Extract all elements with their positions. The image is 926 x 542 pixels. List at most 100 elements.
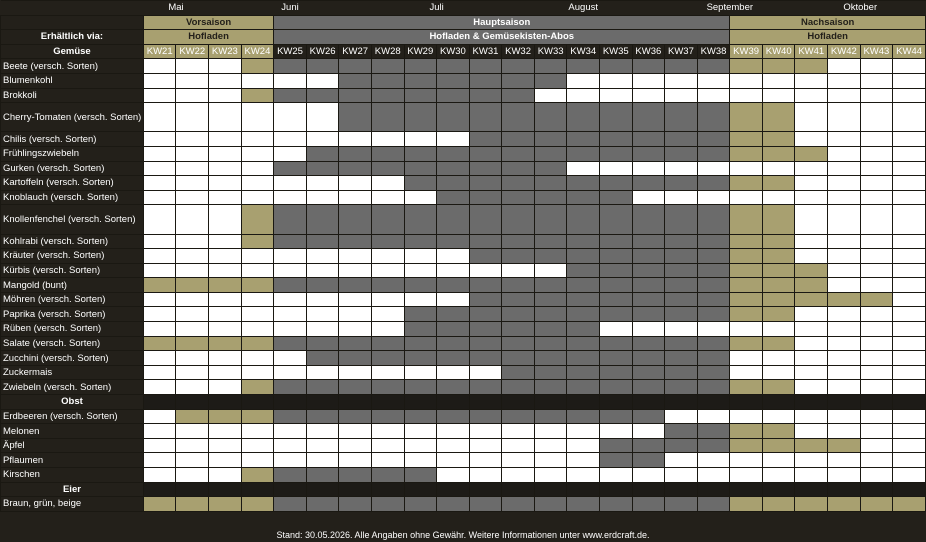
availability-cell	[599, 131, 633, 147]
availability-cell	[892, 423, 926, 439]
availability-cell	[370, 145, 405, 162]
availability-cell	[305, 350, 340, 366]
availability-cell	[566, 379, 600, 396]
availability-cell	[240, 467, 275, 483]
availability-cell	[827, 335, 861, 352]
availability-cell	[631, 145, 666, 162]
availability-cell	[827, 277, 861, 293]
availability-cell	[761, 145, 796, 162]
channel-label: Hofladen	[729, 29, 926, 45]
availability-cell	[827, 306, 861, 323]
availability-cell	[859, 496, 894, 512]
product-name: Pflaumen	[0, 452, 144, 468]
availability-cell	[305, 189, 340, 206]
availability-cell	[761, 204, 796, 235]
availability-cell	[631, 291, 666, 308]
availability-cell	[794, 306, 829, 323]
availability-cell	[859, 248, 894, 264]
availability-cell	[827, 189, 861, 206]
availability-cell	[664, 248, 698, 264]
availability-cell	[827, 87, 861, 104]
availability-cell	[664, 321, 698, 337]
availability-cell	[794, 437, 829, 454]
availability-cell	[566, 350, 600, 366]
availability-cell	[631, 408, 666, 425]
availability-cell	[175, 233, 210, 250]
availability-cell	[599, 408, 633, 425]
availability-cell	[240, 262, 275, 279]
availability-cell	[305, 58, 340, 74]
availability-cell	[240, 408, 275, 425]
availability-cell	[827, 204, 861, 235]
section-divider-cell	[664, 394, 698, 410]
availability-cell	[664, 306, 698, 323]
availability-cell	[696, 248, 731, 264]
availability-cell	[696, 131, 731, 147]
availability-cell	[631, 335, 666, 352]
availability-cell	[175, 291, 210, 308]
availability-cell	[631, 87, 666, 104]
product-name: Chilis (versch. Sorten)	[0, 131, 144, 147]
availability-cell	[305, 72, 340, 89]
availability-cell	[566, 160, 600, 177]
availability-cell	[827, 102, 861, 133]
availability-cell	[599, 379, 633, 396]
product-name: Erdbeeren (versch. Sorten)	[0, 408, 144, 425]
availability-cell	[305, 364, 340, 381]
month-label: Juni	[208, 0, 372, 16]
week-label: KW37	[664, 43, 698, 60]
availability-cell	[664, 189, 698, 206]
availability-cell	[208, 321, 242, 337]
month-label: Juli	[371, 0, 502, 16]
availability-cell	[468, 145, 503, 162]
week-label: KW23	[208, 43, 242, 60]
availability-cell	[338, 131, 372, 147]
availability-cell	[436, 408, 470, 425]
availability-cell	[761, 423, 796, 439]
section-divider-cell	[175, 394, 210, 410]
availability-cell	[631, 233, 666, 250]
availability-cell	[729, 408, 763, 425]
availability-cell	[208, 423, 242, 439]
availability-cell	[696, 364, 731, 381]
corner-cell	[0, 0, 144, 16]
availability-cell	[566, 321, 600, 337]
availability-cell	[664, 467, 698, 483]
availability-cell	[631, 467, 666, 483]
availability-cell	[566, 423, 600, 439]
availability-cell	[696, 204, 731, 235]
availability-cell	[827, 160, 861, 177]
availability-cell	[142, 58, 177, 74]
availability-cell	[273, 233, 307, 250]
availability-cell	[827, 291, 861, 308]
week-row: Gemüse KW21 KW22 KW23 KW24 KW25 KW26 KW27 KW28 KW…	[0, 43, 926, 60]
availability-cell	[794, 452, 829, 468]
availability-cell	[468, 496, 503, 512]
availability-cell	[794, 321, 829, 337]
availability-cell	[827, 364, 861, 381]
section-divider-cell	[566, 481, 600, 498]
availability-cell	[305, 306, 340, 323]
availability-cell	[566, 335, 600, 352]
product-row: Chilis (versch. Sorten)	[0, 131, 926, 147]
availability-cell	[501, 423, 535, 439]
availability-cell	[175, 72, 210, 89]
availability-cell	[501, 291, 535, 308]
availability-cell	[696, 496, 731, 512]
availability-cell	[370, 72, 405, 89]
availability-cell	[664, 379, 698, 396]
availability-cell	[403, 87, 438, 104]
channel-label: Hofladen & Gemüsekisten-Abos	[273, 29, 731, 45]
availability-cell	[892, 87, 926, 104]
availability-cell	[403, 262, 438, 279]
section-divider-cell	[142, 481, 177, 498]
availability-cell	[794, 379, 829, 396]
availability-cell	[859, 408, 894, 425]
availability-cell	[468, 160, 503, 177]
availability-cell	[142, 379, 177, 396]
product-row: Mangold (bunt)	[0, 277, 926, 293]
availability-cell	[859, 364, 894, 381]
availability-cell	[208, 160, 242, 177]
product-row: Cherry-Tomaten (versch. Sorten)	[0, 102, 926, 133]
availability-cell	[892, 452, 926, 468]
